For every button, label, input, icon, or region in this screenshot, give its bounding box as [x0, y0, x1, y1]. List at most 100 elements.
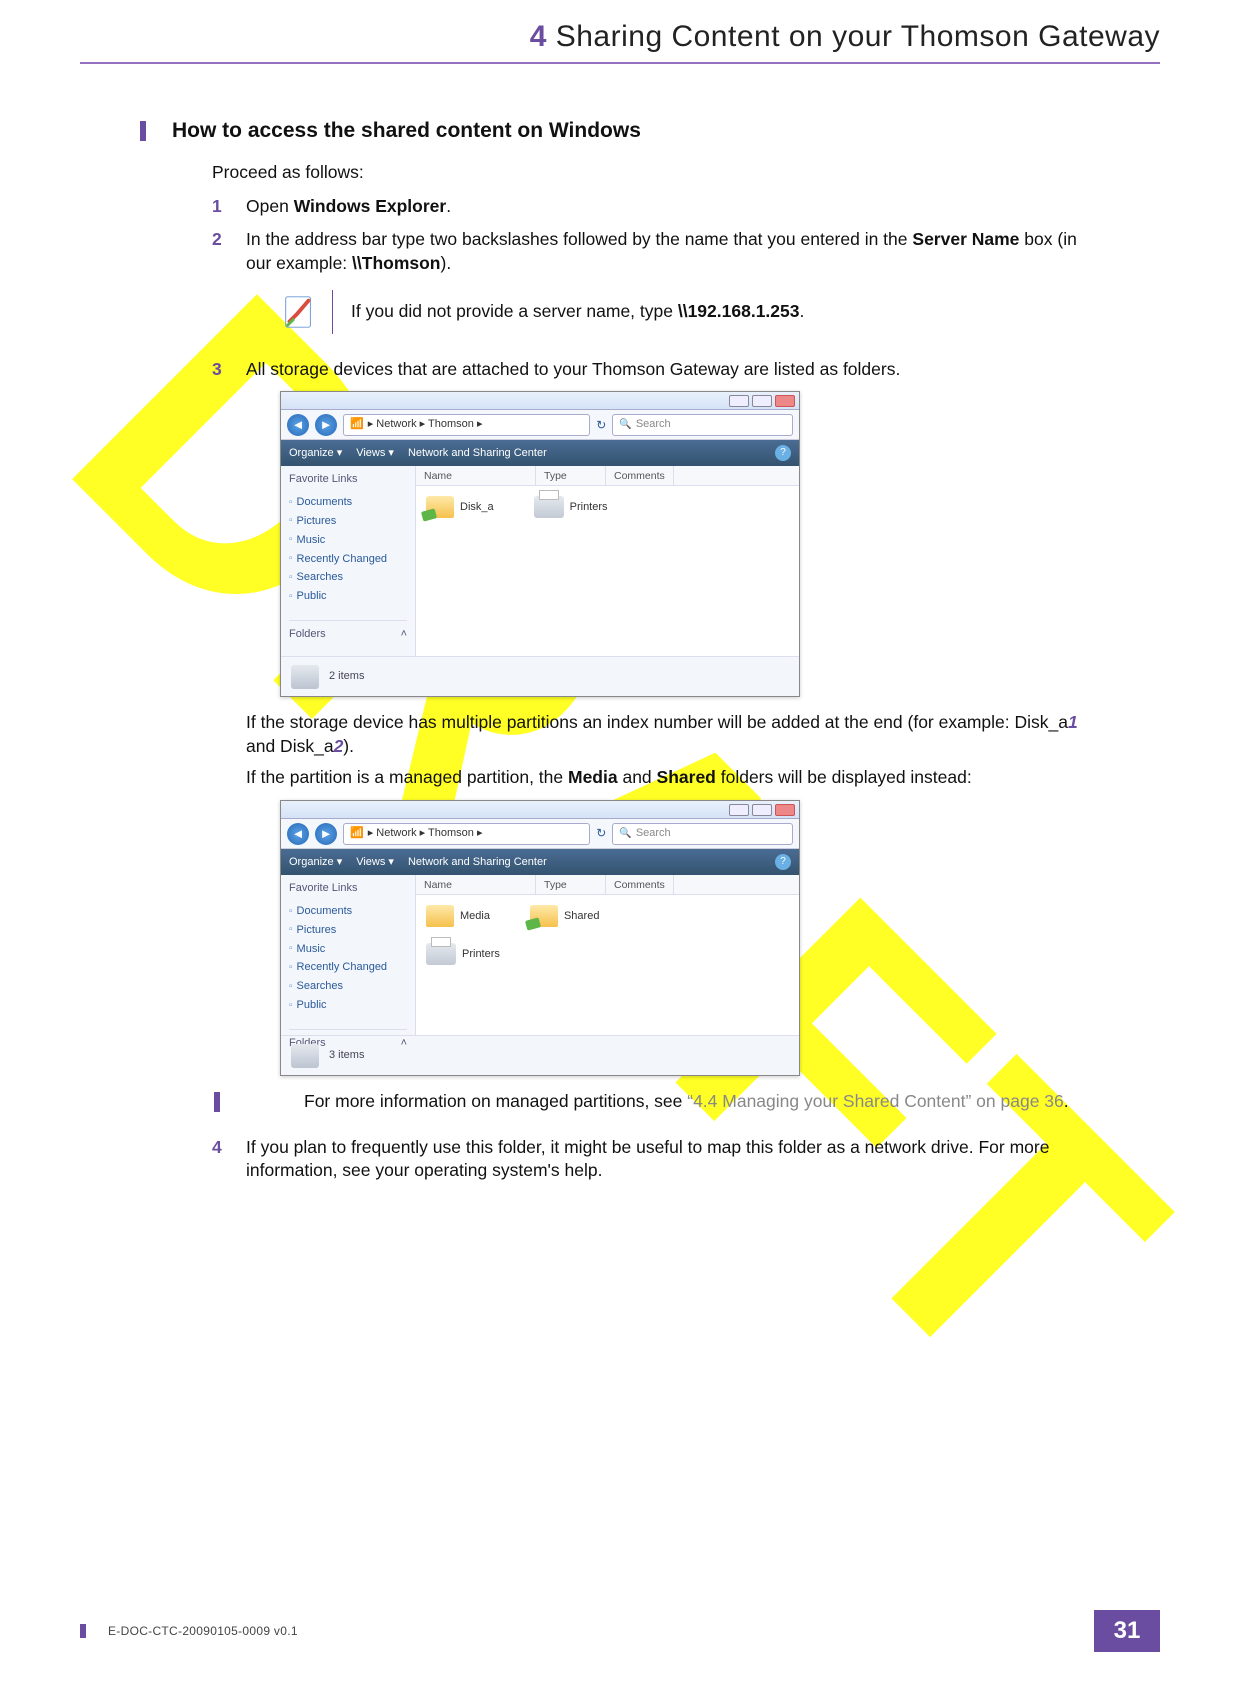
titlebar: [281, 801, 799, 819]
crumb-text: ▸ Network ▸ Thomson ▸: [368, 417, 483, 432]
help-button[interactable]: ?: [775, 445, 791, 461]
page-footer: E-DOC-CTC-20090105-0009 v0.1 31: [0, 1610, 1240, 1652]
sidebar-link[interactable]: Searches: [289, 568, 407, 587]
sidebar-link[interactable]: Pictures: [289, 512, 407, 531]
sidebar-link[interactable]: Documents: [289, 902, 407, 921]
step-body: Open Windows Explorer.: [246, 195, 1100, 219]
search-input[interactable]: Search: [612, 823, 793, 845]
minimize-button[interactable]: [729, 804, 749, 816]
folders-toggle[interactable]: Folders˄: [289, 620, 407, 642]
step-2: 2 In the address bar type two backslashe…: [212, 228, 1100, 347]
refresh-icon[interactable]: ↻: [596, 417, 606, 433]
aside-note: For more information on managed partitio…: [214, 1090, 1100, 1114]
back-button[interactable]: ◄: [287, 414, 309, 436]
status-bar: 2 items: [281, 656, 799, 696]
forward-button[interactable]: ►: [315, 823, 337, 845]
step-4: 4 If you plan to frequently use this fol…: [212, 1136, 1100, 1183]
bold: \\192.168.1.253: [678, 301, 800, 321]
col-type[interactable]: Type: [536, 875, 606, 894]
sidebar: Favorite Links Documents Pictures Music …: [281, 875, 416, 1035]
explorer-body: Favorite Links Documents Pictures Music …: [281, 466, 799, 656]
col-comments[interactable]: Comments: [606, 466, 674, 485]
printer-icon: [534, 496, 564, 518]
close-button[interactable]: [775, 804, 795, 816]
step-num: 1: [212, 195, 246, 219]
cross-reference-link[interactable]: “4.4 Managing your Shared Content” on pa…: [687, 1091, 1064, 1111]
col-type[interactable]: Type: [536, 466, 606, 485]
section-heading-row: How to access the shared content on Wind…: [140, 119, 1100, 143]
back-button[interactable]: ◄: [287, 823, 309, 845]
address-bar: ◄ ► 📶▸ Network ▸ Thomson ▸ ↻ Search: [281, 410, 799, 440]
refresh-icon[interactable]: ↻: [596, 825, 606, 841]
titlebar: [281, 392, 799, 410]
search-input[interactable]: Search: [612, 414, 793, 436]
page: 4 Sharing Content on your Thomson Gatewa…: [0, 0, 1240, 1682]
crumb-text: ▸ Network ▸ Thomson ▸: [368, 826, 483, 841]
nsc-button[interactable]: Network and Sharing Center: [408, 855, 547, 870]
italic: 2: [334, 736, 344, 756]
main-pane: Name Type Comments Media Shared Printers: [416, 875, 799, 1035]
close-button[interactable]: [775, 395, 795, 407]
italic: 1: [1068, 712, 1078, 732]
step-num: 2: [212, 228, 246, 347]
organize-menu[interactable]: Organize ▾: [289, 446, 342, 461]
main-pane: Name Type Comments Disk_a Printers: [416, 466, 799, 656]
text: In the address bar type two backslashes …: [246, 229, 912, 249]
maximize-button[interactable]: [752, 395, 772, 407]
chapter-number: 4: [530, 20, 547, 53]
address-bar: ◄ ► 📶▸ Network ▸ Thomson ▸ ↻ Search: [281, 819, 799, 849]
views-menu[interactable]: Views ▾: [356, 855, 394, 870]
text: If the storage device has multiple parti…: [246, 712, 1068, 732]
text: For more information on managed partitio…: [304, 1091, 687, 1111]
views-menu[interactable]: Views ▾: [356, 446, 394, 461]
col-comments[interactable]: Comments: [606, 875, 674, 894]
sidebar: Favorite Links Documents Pictures Music …: [281, 466, 416, 656]
text: .: [446, 196, 451, 216]
sidebar-link[interactable]: Documents: [289, 493, 407, 512]
nsc-button[interactable]: Network and Sharing Center: [408, 446, 547, 461]
item-label: Media: [460, 909, 490, 924]
text: ).: [441, 253, 452, 273]
explorer-window-2: ◄ ► 📶▸ Network ▸ Thomson ▸ ↻ Search Orga…: [280, 800, 800, 1076]
printers-item[interactable]: Printers: [534, 496, 608, 518]
folder-item[interactable]: Disk_a: [426, 496, 494, 518]
sidebar-link[interactable]: Searches: [289, 977, 407, 996]
sidebar-link[interactable]: Pictures: [289, 921, 407, 940]
step-num: 4: [212, 1136, 246, 1183]
explorer-body: Favorite Links Documents Pictures Music …: [281, 875, 799, 1035]
bold: Windows Explorer: [294, 196, 447, 216]
breadcrumb[interactable]: 📶▸ Network ▸ Thomson ▸: [343, 414, 590, 436]
step-1: 1 Open Windows Explorer.: [212, 195, 1100, 219]
step-3: 3 All storage devices that are attached …: [212, 358, 1100, 1126]
footer-marker: [80, 1624, 86, 1638]
section-marker: [140, 121, 146, 141]
note-divider: [332, 290, 333, 334]
printers-item[interactable]: Printers: [426, 943, 789, 965]
content: How to access the shared content on Wind…: [80, 64, 1160, 1183]
forward-button[interactable]: ►: [315, 414, 337, 436]
sidebar-link[interactable]: Public: [289, 587, 407, 606]
sidebar-link[interactable]: Music: [289, 940, 407, 959]
item-label: Printers: [570, 500, 608, 515]
folder-item[interactable]: Media: [426, 905, 490, 927]
sidebar-link[interactable]: Public: [289, 996, 407, 1015]
chapter-title: 4 Sharing Content on your Thomson Gatewa…: [530, 20, 1160, 53]
printer-icon: [426, 943, 456, 965]
help-button[interactable]: ?: [775, 854, 791, 870]
sidebar-link[interactable]: Recently Changed: [289, 958, 407, 977]
toolbar: Organize ▾ Views ▾ Network and Sharing C…: [281, 440, 799, 466]
col-name[interactable]: Name: [416, 875, 536, 894]
breadcrumb[interactable]: 📶▸ Network ▸ Thomson ▸: [343, 823, 590, 845]
folder-item[interactable]: Shared: [530, 905, 599, 927]
status-text: 3 items: [329, 1048, 364, 1063]
toolbar: Organize ▾ Views ▾ Network and Sharing C…: [281, 849, 799, 875]
minimize-button[interactable]: [729, 395, 749, 407]
aside-marker: [214, 1092, 220, 1112]
organize-menu[interactable]: Organize ▾: [289, 855, 342, 870]
sidebar-link[interactable]: Recently Changed: [289, 550, 407, 569]
sidebar-link[interactable]: Music: [289, 531, 407, 550]
note-text: If you did not provide a server name, ty…: [351, 300, 1100, 324]
text: ).: [343, 736, 354, 756]
col-name[interactable]: Name: [416, 466, 536, 485]
maximize-button[interactable]: [752, 804, 772, 816]
